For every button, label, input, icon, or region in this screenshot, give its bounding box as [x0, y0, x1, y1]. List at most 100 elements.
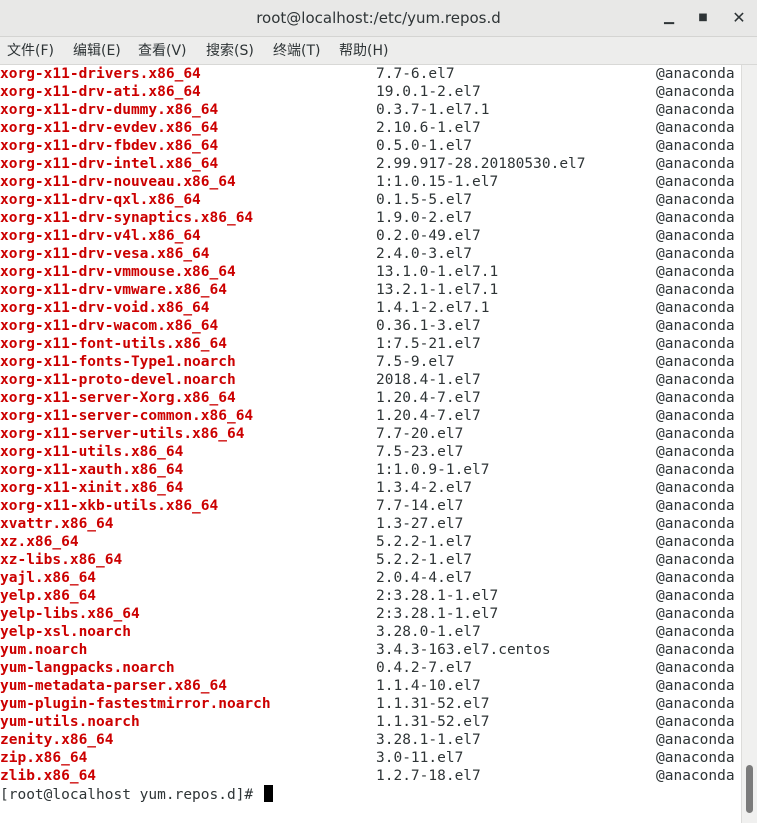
package-row: xorg-x11-drv-qxl.x86_64 0.1.5-5.el7 @anaco…: [0, 191, 741, 209]
package-row: xorg-x11-drv-nouveau.x86_64 1:1.0.15-1.el…: [0, 173, 741, 191]
package-name: xorg-x11-server-Xorg.x86_64: [0, 390, 236, 406]
package-row: xorg-x11-xinit.x86_64 1.3.4-2.el7 @anacond…: [0, 479, 741, 497]
package-row: xorg-x11-proto-devel.noarch 2018.4-1.el7 @…: [0, 371, 741, 389]
package-version: 5.2.2-1.el7: [376, 534, 473, 550]
package-version: 1.20.4-7.el7: [376, 408, 481, 424]
package-repo: @anaconda: [656, 768, 735, 784]
package-name: yelp.x86_64: [0, 588, 97, 604]
package-version: 3.0-11.el7: [376, 750, 464, 766]
package-version: 1:7.5-21.el7: [376, 336, 481, 352]
package-name: xorg-x11-drv-vesa.x86_64: [0, 246, 210, 262]
package-row: xvattr.x86_64 1.3-27.el7 @anaconda: [0, 515, 741, 533]
package-row: zlib.x86_64 1.2.7-18.el7 @anaconda: [0, 767, 741, 785]
package-row: xorg-x11-font-utils.x86_64 1:7.5-21.el7 @a…: [0, 335, 741, 353]
menu-terminal[interactable]: 终端(T): [273, 37, 320, 65]
package-repo: @anaconda: [656, 228, 735, 244]
package-row: xorg-x11-drv-dummy.x86_64 0.3.7-1.el7.1 @a…: [0, 101, 741, 119]
text-cursor: [263, 785, 273, 802]
package-name: xorg-x11-drivers.x86_64: [0, 66, 201, 82]
package-repo: @anaconda: [656, 192, 735, 208]
package-repo: @anaconda: [656, 282, 735, 298]
package-name: yum-utils.noarch: [0, 714, 140, 730]
package-repo: @anaconda: [656, 408, 735, 424]
package-row: xorg-x11-server-Xorg.x86_64 1.20.4-7.el7 @…: [0, 389, 741, 407]
package-name: xorg-x11-drv-nouveau.x86_64: [0, 174, 236, 190]
package-repo: @anaconda: [656, 426, 735, 442]
package-version: 2.99.917-28.20180530.el7: [376, 156, 586, 172]
package-repo: @anaconda: [656, 246, 735, 262]
package-row: xorg-x11-fonts-Type1.noarch 7.5-9.el7 @ana…: [0, 353, 741, 371]
package-name: xorg-x11-drv-fbdev.x86_64: [0, 138, 219, 154]
package-version: 7.7-14.el7: [376, 498, 464, 514]
package-version: 7.7-20.el7: [376, 426, 464, 442]
package-name: xorg-x11-xinit.x86_64: [0, 480, 184, 496]
package-row: xorg-x11-drv-void.x86_64 1.4.1-2.el7.1 @an…: [0, 299, 741, 317]
package-row: xorg-x11-drv-evdev.x86_64 2.10.6-1.el7 @an…: [0, 119, 741, 137]
maximize-icon[interactable]: ■: [690, 6, 716, 30]
package-version: 0.3.7-1.el7.1: [376, 102, 490, 118]
package-name: xorg-x11-drv-intel.x86_64: [0, 156, 219, 172]
package-row: yum-utils.noarch 1.1.31-52.el7 @anaconda: [0, 713, 741, 731]
package-repo: @anaconda: [656, 642, 735, 658]
menu-edit[interactable]: 编辑(E): [73, 37, 121, 65]
package-version: 0.2.0-49.el7: [376, 228, 481, 244]
package-version: 2:3.28.1-1.el7: [376, 588, 499, 604]
package-row: yum-langpacks.noarch 0.4.2-7.el7 @anaconda: [0, 659, 741, 677]
menu-view[interactable]: 查看(V): [138, 37, 187, 65]
menu-file[interactable]: 文件(F): [7, 37, 54, 65]
package-name: xorg-x11-drv-dummy.x86_64: [0, 102, 219, 118]
package-version: 1.3.4-2.el7: [376, 480, 473, 496]
terminal-output[interactable]: xorg-x11-drivers.x86_64 7.7-6.el7 @anacond…: [0, 65, 741, 823]
package-repo: @anaconda: [656, 264, 735, 280]
package-repo: @anaconda: [656, 84, 735, 100]
package-version: 1:1.0.15-1.el7: [376, 174, 499, 190]
package-repo: @anaconda: [656, 606, 735, 622]
package-name: xorg-x11-drv-vmware.x86_64: [0, 282, 227, 298]
package-repo: @anaconda: [656, 174, 735, 190]
package-version: 2.4.0-3.el7: [376, 246, 473, 262]
package-repo: @anaconda: [656, 372, 735, 388]
package-name: xorg-x11-drv-vmmouse.x86_64: [0, 264, 236, 280]
package-row: yelp-libs.x86_64 2:3.28.1-1.el7 @anaconda: [0, 605, 741, 623]
package-name: xorg-x11-server-common.x86_64: [0, 408, 254, 424]
package-repo: @anaconda: [656, 336, 735, 352]
package-name: yelp-libs.x86_64: [0, 606, 140, 622]
package-name: xorg-x11-utils.x86_64: [0, 444, 184, 460]
package-repo: @anaconda: [656, 138, 735, 154]
menu-bar: 文件(F) 编辑(E) 查看(V) 搜索(S) 终端(T) 帮助(H): [0, 37, 757, 65]
package-row: xorg-x11-drv-v4l.x86_64 0.2.0-49.el7 @anac…: [0, 227, 741, 245]
package-row: yum-plugin-fastestmirror.noarch 1.1.31-52…: [0, 695, 741, 713]
package-repo: @anaconda: [656, 354, 735, 370]
terminal-scrollbar[interactable]: [741, 65, 757, 823]
package-version: 1.2.7-18.el7: [376, 768, 481, 784]
package-row: xorg-x11-xauth.x86_64 1:1.0.9-1.el7 @anaco…: [0, 461, 741, 479]
package-row: xorg-x11-drv-wacom.x86_64 0.36.1-3.el7 @an…: [0, 317, 741, 335]
window-titlebar[interactable]: root@localhost:/etc/yum.repos.d ▁ ■ ✕: [0, 0, 757, 37]
package-row: xorg-x11-drv-intel.x86_64 2.99.917-28.201…: [0, 155, 741, 173]
package-version: 3.4.3-163.el7.centos: [376, 642, 551, 658]
package-name: xorg-x11-drv-synaptics.x86_64: [0, 210, 254, 226]
close-icon[interactable]: ✕: [726, 6, 752, 30]
package-row: yajl.x86_64 2.0.4-4.el7 @anaconda: [0, 569, 741, 587]
package-repo: @anaconda: [656, 732, 735, 748]
package-row: yelp-xsl.noarch 3.28.0-1.el7 @anaconda: [0, 623, 741, 641]
package-version: 0.4.2-7.el7: [376, 660, 473, 676]
package-name: xorg-x11-xkb-utils.x86_64: [0, 498, 219, 514]
package-name: xvattr.x86_64: [0, 516, 114, 532]
menu-search[interactable]: 搜索(S): [206, 37, 254, 65]
package-name: xorg-x11-font-utils.x86_64: [0, 336, 227, 352]
package-row: xz-libs.x86_64 5.2.2-1.el7 @anaconda: [0, 551, 741, 569]
package-row: zenity.x86_64 3.28.1-1.el7 @anaconda: [0, 731, 741, 749]
package-version: 1.1.4-10.el7: [376, 678, 481, 694]
package-row: xorg-x11-xkb-utils.x86_64 7.7-14.el7 @anac…: [0, 497, 741, 515]
minimize-icon[interactable]: ▁: [656, 6, 682, 30]
package-version: 19.0.1-2.el7: [376, 84, 481, 100]
package-repo: @anaconda: [656, 660, 735, 676]
package-row: xorg-x11-server-utils.x86_64 7.7-20.el7 @a…: [0, 425, 741, 443]
shell-prompt: [root@localhost yum.repos.d]#: [0, 787, 262, 803]
scrollbar-thumb[interactable]: [746, 765, 753, 813]
package-name: xorg-x11-xauth.x86_64: [0, 462, 184, 478]
menu-help[interactable]: 帮助(H): [339, 37, 388, 65]
package-repo: @anaconda: [656, 750, 735, 766]
package-name: xorg-x11-server-utils.x86_64: [0, 426, 245, 442]
